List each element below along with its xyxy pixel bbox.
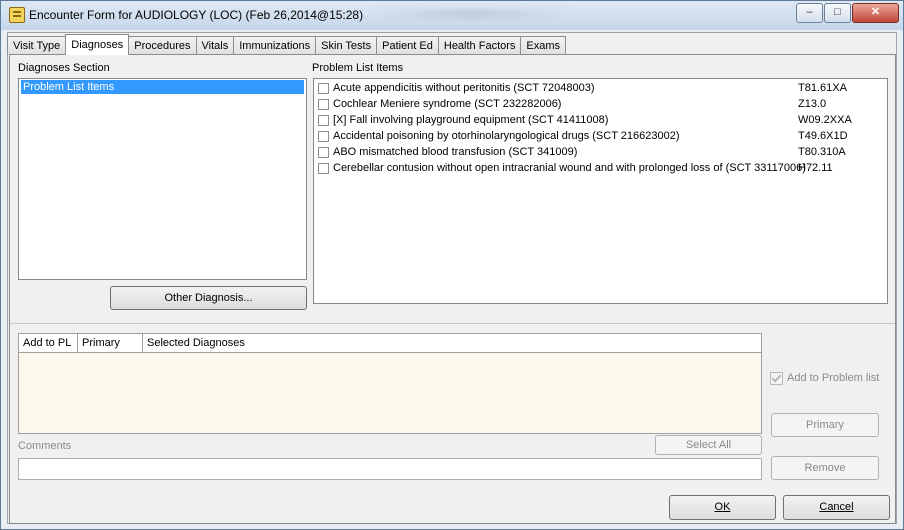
problem-description: Cochlear Meniere syndrome (SCT 232282006… [333,98,562,110]
diagnoses-section-label: Diagnoses Section [18,62,110,74]
problem-code: T49.6X1D [798,130,848,142]
column-header-add-to-pl[interactable]: Add to PL [18,333,78,353]
tab-health-factors[interactable]: Health Factors [437,36,522,54]
remove-button[interactable]: Remove [771,456,879,480]
list-item[interactable]: Acute appendicitis without peritonitis (… [316,80,885,96]
problem-code: Z13.0 [798,98,827,110]
select-all-button[interactable]: Select All [655,435,762,455]
problem-code: H72.11 [798,162,833,174]
checkbox[interactable] [318,131,329,142]
tab-strip: Visit Type Diagnoses Procedures Vitals I… [7,34,567,55]
other-diagnosis-button[interactable]: Other Diagnosis... [110,286,307,310]
close-button[interactable]: ✕ [852,3,899,23]
tab-immunizations[interactable]: Immunizations [233,36,317,54]
list-item-problem-list-items[interactable]: Problem List Items [21,80,304,94]
tab-vitals[interactable]: Vitals [195,36,235,54]
problem-code: T80.310A [798,146,846,158]
tab-patient-ed[interactable]: Patient Ed [376,36,439,54]
tab-diagnoses[interactable]: Diagnoses [65,34,130,55]
checkbox[interactable] [318,83,329,94]
cancel-button[interactable]: Cancel [783,495,890,520]
problem-description: Accidental poisoning by otorhinolaryngol… [333,130,680,142]
tab-skin-tests[interactable]: Skin Tests [315,36,378,54]
tab-procedures[interactable]: Procedures [128,36,197,54]
problem-code: W09.2XXA [798,114,852,126]
column-header-primary[interactable]: Primary [77,333,143,353]
minimize-button[interactable]: – [796,3,823,23]
problem-description: Acute appendicitis without peritonitis (… [333,82,595,94]
checkbox[interactable] [318,163,329,174]
problem-description: ABO mismatched blood transfusion (SCT 34… [333,146,578,158]
comments-field[interactable] [18,458,762,480]
problem-code: T81.61XA [798,82,847,94]
diagnoses-section-list[interactable]: Problem List Items [18,78,307,280]
ok-button[interactable]: OK [669,495,776,520]
problem-list-label: Problem List Items [312,62,404,74]
list-item[interactable]: Accidental poisoning by otorhinolaryngol… [316,128,885,144]
comments-label: Comments [18,440,72,452]
checkbox[interactable] [318,147,329,158]
panel-splitter[interactable] [10,323,895,324]
list-item[interactable]: [X] Fall involving playground equipment … [316,112,885,128]
tab-visit-type[interactable]: Visit Type [7,36,67,54]
window-title: Encounter Form for AUDIOLOGY (LOC) (Feb … [29,8,364,22]
column-header-selected-diagnoses[interactable]: Selected Diagnoses [142,333,762,353]
obscured-title-text [371,9,571,19]
tab-exams[interactable]: Exams [520,36,567,54]
problem-description: [X] Fall involving playground equipment … [333,114,609,126]
list-item[interactable]: Cochlear Meniere syndrome (SCT 232282006… [316,96,885,112]
problem-description: Cerebellar contusion without open intrac… [333,162,806,174]
maximize-button[interactable]: □ [824,3,851,23]
primary-button[interactable]: Primary [771,413,879,437]
encounter-form-window: Encounter Form for AUDIOLOGY (LOC) (Feb … [0,0,904,530]
title-bar[interactable]: Encounter Form for AUDIOLOGY (LOC) (Feb … [1,1,903,30]
problem-list-box[interactable]: Acute appendicitis without peritonitis (… [313,78,888,304]
add-to-problem-list-label: Add to Problem list [787,372,880,384]
form-icon [9,7,25,23]
checkbox[interactable] [318,99,329,110]
checkbox[interactable] [318,115,329,126]
list-item[interactable]: Cerebellar contusion without open intrac… [316,160,885,176]
list-item[interactable]: ABO mismatched blood transfusion (SCT 34… [316,144,885,160]
add-to-problem-list-checkbox[interactable] [770,372,783,385]
selected-diagnoses-list[interactable] [18,353,762,434]
